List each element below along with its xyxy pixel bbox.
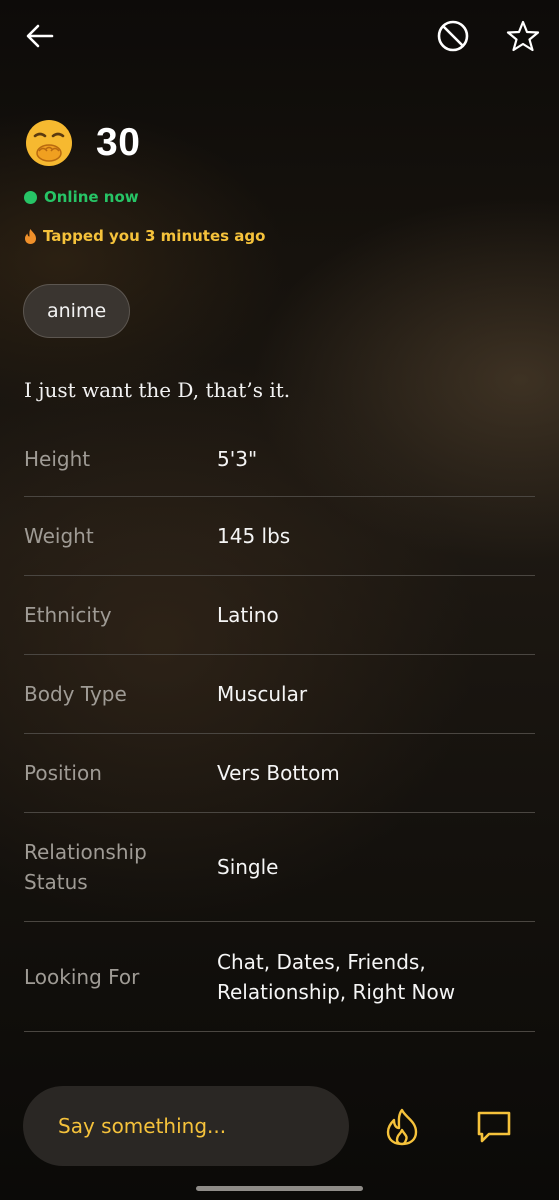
stat-value: Latino xyxy=(217,603,279,627)
top-bar xyxy=(0,0,559,70)
tapped-status: Tapped you 3 minutes ago xyxy=(24,227,265,245)
back-arrow-icon xyxy=(26,24,54,48)
flame-icon xyxy=(386,1108,418,1146)
profile-bio: I just want the D, that’s it. xyxy=(24,378,291,402)
stat-label: Relationship Status xyxy=(24,840,147,894)
stat-label: Body Type xyxy=(24,682,127,706)
star-icon xyxy=(506,20,540,52)
stat-label: Ethnicity xyxy=(24,603,112,627)
message-input[interactable]: Say something... xyxy=(23,1086,349,1166)
stat-value: Vers Bottom xyxy=(217,761,340,785)
stat-label: Looking For xyxy=(24,964,140,989)
stat-value: Chat, Dates, Friends, Relationship, Righ… xyxy=(217,949,456,1004)
online-status: Online now xyxy=(24,188,139,206)
favorite-button[interactable] xyxy=(502,15,544,57)
stat-row-looking-for: Looking For Chat, Dates, Friends, Relati… xyxy=(24,922,535,1032)
online-dot-icon xyxy=(24,190,37,204)
profile-age: 30 xyxy=(96,121,141,164)
stat-row-body-type: Body Type Muscular xyxy=(24,655,535,734)
block-button[interactable] xyxy=(432,15,474,57)
stat-row-weight: Weight 145 lbs xyxy=(24,497,535,576)
home-indicator[interactable] xyxy=(196,1186,363,1191)
stat-value: 145 lbs xyxy=(217,524,291,548)
stat-value: Muscular xyxy=(217,682,308,706)
profile-header: 30 xyxy=(24,118,140,168)
stat-value: Single xyxy=(217,855,279,879)
online-status-text: Online now xyxy=(44,188,139,206)
back-button[interactable] xyxy=(20,16,60,56)
message-input-placeholder: Say something... xyxy=(58,1114,227,1138)
stat-value: 5'3" xyxy=(217,446,258,471)
stat-row-ethnicity: Ethnicity Latino xyxy=(24,576,535,655)
chat-bubble-icon xyxy=(477,1111,511,1143)
face-with-hand-over-mouth-emoji-icon xyxy=(26,120,72,166)
flame-icon xyxy=(25,228,36,244)
stat-row-position: Position Vers Bottom xyxy=(24,734,535,813)
interest-tag[interactable]: anime xyxy=(23,284,131,338)
chat-button[interactable] xyxy=(472,1106,516,1148)
profile-stats: Height 5'3" Weight 145 lbs Ethnicity Lat… xyxy=(24,421,535,1032)
stat-label: Weight xyxy=(24,524,94,548)
tap-button[interactable] xyxy=(381,1106,423,1148)
stat-label: Position xyxy=(24,761,102,785)
block-icon xyxy=(437,20,469,52)
stat-row-relationship-status: Relationship Status Single xyxy=(24,813,535,922)
tapped-status-text: Tapped you 3 minutes ago xyxy=(43,227,266,245)
stat-row-height: Height 5'3" xyxy=(24,421,535,497)
stat-label: Height xyxy=(24,446,91,471)
